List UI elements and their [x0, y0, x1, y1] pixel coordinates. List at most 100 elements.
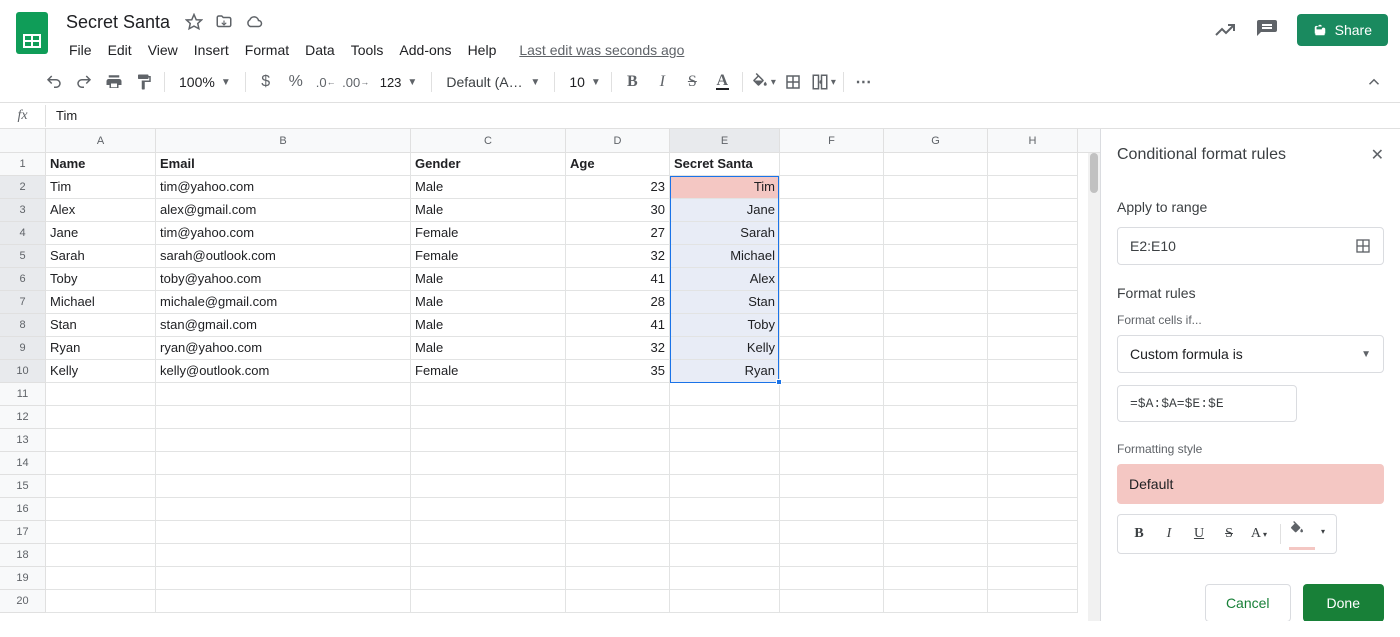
font-family-selector[interactable]: Default (Ari...▼ — [438, 74, 548, 90]
cell[interactable] — [988, 268, 1078, 291]
cell[interactable]: tim@yahoo.com — [156, 222, 411, 245]
cell[interactable]: toby@yahoo.com — [156, 268, 411, 291]
cell[interactable] — [156, 452, 411, 475]
cell[interactable] — [988, 199, 1078, 222]
cell[interactable]: Ryan — [46, 337, 156, 360]
more-formats-button[interactable]: 123▼ — [372, 75, 426, 90]
cell[interactable] — [411, 383, 566, 406]
cell[interactable]: 27 — [566, 222, 670, 245]
cell[interactable]: Male — [411, 291, 566, 314]
row-head[interactable]: 1 — [0, 153, 46, 176]
cell[interactable] — [884, 544, 988, 567]
cell[interactable] — [988, 544, 1078, 567]
cell[interactable]: Male — [411, 337, 566, 360]
cell[interactable]: alex@gmail.com — [156, 199, 411, 222]
cell[interactable] — [780, 245, 884, 268]
cell[interactable]: Kelly — [670, 337, 780, 360]
menu-format[interactable]: Format — [238, 38, 296, 62]
col-head-E[interactable]: E — [670, 129, 780, 152]
cell[interactable] — [884, 498, 988, 521]
cell[interactable]: Tim — [46, 176, 156, 199]
cell[interactable] — [780, 406, 884, 429]
merge-button[interactable]: ▾ — [809, 68, 837, 96]
cell[interactable]: stan@gmail.com — [156, 314, 411, 337]
cell[interactable]: 32 — [566, 245, 670, 268]
cell[interactable] — [156, 475, 411, 498]
more-toolbar-button[interactable]: ⋯ — [850, 68, 878, 96]
cell[interactable]: Male — [411, 176, 566, 199]
cell[interactable] — [988, 314, 1078, 337]
cell[interactable]: Female — [411, 245, 566, 268]
cell[interactable] — [884, 268, 988, 291]
star-icon[interactable] — [184, 13, 204, 31]
cell[interactable] — [411, 406, 566, 429]
cell[interactable] — [46, 590, 156, 613]
cell[interactable] — [884, 475, 988, 498]
cell[interactable] — [780, 429, 884, 452]
text-color-format-button[interactable]: A▾ — [1246, 521, 1272, 547]
cell[interactable] — [670, 475, 780, 498]
cell[interactable] — [988, 291, 1078, 314]
menu-view[interactable]: View — [141, 38, 185, 62]
cell[interactable] — [780, 590, 884, 613]
collapse-toolbar-button[interactable] — [1360, 68, 1388, 96]
text-color-button[interactable]: A — [708, 68, 736, 96]
bold-format-button[interactable]: B — [1126, 521, 1152, 547]
cell[interactable] — [780, 314, 884, 337]
cell[interactable] — [46, 544, 156, 567]
row-head[interactable]: 6 — [0, 268, 46, 291]
cell[interactable] — [988, 176, 1078, 199]
cell[interactable] — [884, 383, 988, 406]
cell[interactable] — [566, 475, 670, 498]
borders-button[interactable] — [779, 68, 807, 96]
cell[interactable]: Toby — [670, 314, 780, 337]
cell[interactable] — [46, 452, 156, 475]
bold-button[interactable]: B — [618, 68, 646, 96]
strike-format-button[interactable]: S — [1216, 521, 1242, 547]
cell[interactable] — [566, 521, 670, 544]
col-head-A[interactable]: A — [46, 129, 156, 152]
row-head[interactable]: 8 — [0, 314, 46, 337]
spreadsheet-grid[interactable]: ABCDEFGH 1NameEmailGenderAgeSecret Santa… — [0, 129, 1100, 621]
row-head[interactable]: 7 — [0, 291, 46, 314]
cell[interactable]: 28 — [566, 291, 670, 314]
cell[interactable] — [884, 429, 988, 452]
cell[interactable] — [411, 590, 566, 613]
row-head[interactable]: 9 — [0, 337, 46, 360]
cell[interactable] — [988, 245, 1078, 268]
cell[interactable]: Name — [46, 153, 156, 176]
cell[interactable] — [884, 360, 988, 383]
col-head-C[interactable]: C — [411, 129, 566, 152]
strikethrough-button[interactable]: S — [678, 68, 706, 96]
formula-input[interactable]: Tim — [46, 105, 1400, 126]
cell[interactable] — [884, 222, 988, 245]
cell[interactable] — [884, 452, 988, 475]
cell[interactable]: Alex — [670, 268, 780, 291]
cell[interactable]: Michael — [46, 291, 156, 314]
row-head[interactable]: 17 — [0, 521, 46, 544]
row-head[interactable]: 19 — [0, 567, 46, 590]
vertical-scrollbar[interactable] — [1088, 153, 1100, 621]
cell[interactable] — [411, 475, 566, 498]
cell[interactable] — [780, 452, 884, 475]
range-input[interactable]: E2:E10 — [1117, 227, 1384, 265]
row-head[interactable]: 20 — [0, 590, 46, 613]
menu-file[interactable]: File — [62, 38, 99, 62]
cell[interactable] — [670, 521, 780, 544]
cell[interactable] — [156, 590, 411, 613]
cell[interactable] — [670, 452, 780, 475]
cell[interactable]: Kelly — [46, 360, 156, 383]
paint-format-button[interactable] — [130, 68, 158, 96]
cell[interactable] — [988, 567, 1078, 590]
cell[interactable]: 32 — [566, 337, 670, 360]
doc-title[interactable]: Secret Santa — [62, 10, 174, 35]
cell[interactable]: Email — [156, 153, 411, 176]
cell[interactable] — [670, 406, 780, 429]
cell[interactable]: Male — [411, 268, 566, 291]
condition-select[interactable]: Custom formula is ▼ — [1117, 335, 1384, 373]
cancel-button[interactable]: Cancel — [1205, 584, 1291, 621]
cell[interactable]: Stan — [46, 314, 156, 337]
row-head[interactable]: 5 — [0, 245, 46, 268]
cell[interactable] — [156, 544, 411, 567]
cell[interactable] — [988, 406, 1078, 429]
